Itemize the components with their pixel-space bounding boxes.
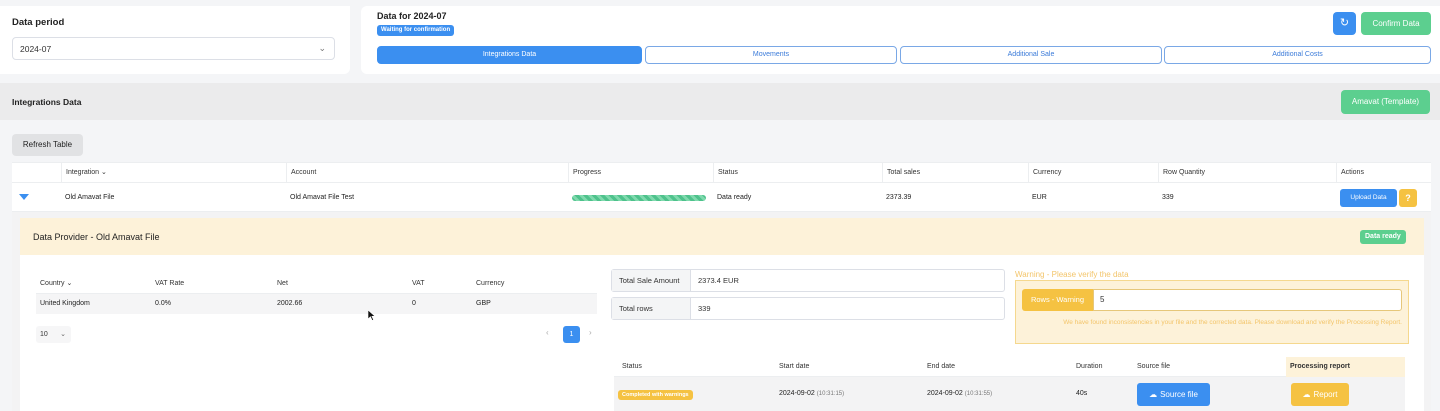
- column-header-row-quantity: Row Quantity: [1158, 163, 1336, 182]
- chevron-down-icon: ⌄: [318, 43, 326, 53]
- provider-title: Data Provider - Old Amavat File: [33, 232, 160, 242]
- column-header-currency: Currency: [1028, 163, 1158, 182]
- column-header-actions: Actions: [1336, 163, 1431, 182]
- column-header-processing-report: Processing report: [1286, 357, 1405, 377]
- total-rows-field: Total rows 339: [611, 297, 1005, 320]
- expand-row-icon[interactable]: [19, 194, 29, 200]
- section-title: Integrations Data: [12, 97, 82, 107]
- help-button[interactable]: ?: [1399, 189, 1417, 207]
- chevron-down-icon: ⌄: [60, 331, 66, 338]
- data-period-select[interactable]: 2024-07 ⌄: [12, 37, 335, 60]
- confirm-data-button[interactable]: Confirm Data: [1361, 12, 1431, 35]
- warning-text: We have found inconsistencies in your fi…: [1063, 319, 1402, 326]
- page-size-select[interactable]: 10 ⌄: [36, 326, 71, 343]
- column-header-vat: VAT: [412, 280, 425, 287]
- total-rows-label: Total rows: [612, 298, 691, 319]
- total-rows-value: 339: [698, 304, 711, 313]
- rows-warning-value: 5: [1093, 289, 1402, 311]
- mouse-cursor-icon: [368, 310, 376, 321]
- total-sale-amount-field: Total Sale Amount 2373.4 EUR: [611, 269, 1005, 292]
- column-header-net: Net: [277, 280, 288, 287]
- completed-status-badge: Completed with warnings: [618, 390, 693, 400]
- data-ready-badge: Data ready: [1360, 230, 1406, 244]
- upload-data-button[interactable]: Upload Data: [1340, 189, 1397, 207]
- chevron-down-icon: ⌄: [66, 280, 73, 287]
- row-account: Old Amavat File Test: [290, 194, 355, 201]
- duration-cell: 40s: [1076, 390, 1088, 397]
- cloud-download-icon: ☁: [1149, 390, 1158, 399]
- page-button[interactable]: 1: [563, 326, 580, 343]
- refresh-button[interactable]: ↻: [1333, 12, 1356, 35]
- section-header: [0, 83, 1440, 120]
- total-sale-amount-value: 2373.4 EUR: [698, 276, 739, 285]
- end-date-cell: 2024-09-02 (10:31:55): [927, 390, 993, 397]
- table-header: Integration ⌄ Account Progress Status To…: [12, 162, 1431, 183]
- cloud-download-icon: ☁: [1302, 390, 1311, 399]
- column-header-integration[interactable]: Integration ⌄: [61, 163, 286, 182]
- vat-cell: 0: [412, 300, 416, 307]
- row-row-quantity: 339: [1162, 194, 1174, 201]
- page-size-value: 10: [40, 331, 48, 338]
- country-table-header: Country ⌄ VAT Rate Net VAT Currency: [36, 273, 597, 294]
- column-header-status: Status: [713, 163, 882, 182]
- expand-column-header: [12, 163, 61, 182]
- provider-header: [20, 218, 1424, 255]
- report-button[interactable]: ☁ Report: [1291, 383, 1349, 406]
- column-header-end-date: End date: [927, 363, 956, 370]
- vat-rate-cell: 0.0%: [155, 300, 171, 307]
- column-header-progress: Progress: [568, 163, 713, 182]
- progress-bar: [572, 195, 706, 201]
- column-header-duration: Duration: [1076, 363, 1103, 370]
- row-currency: EUR: [1032, 194, 1047, 201]
- processing-table-header: Status Start date End date Duration Sour…: [614, 357, 1405, 377]
- refresh-table-button[interactable]: Refresh Table: [12, 134, 83, 156]
- tab-movements[interactable]: Movements: [645, 46, 897, 64]
- total-sale-amount-label: Total Sale Amount: [612, 270, 691, 291]
- chevron-right-icon[interactable]: ›: [589, 328, 592, 337]
- chevron-left-icon[interactable]: ‹: [546, 328, 549, 337]
- table-row: United Kingdom 0.0% 2002.66 0 GBP: [36, 294, 597, 314]
- table-row: 2024-09-02 (10:31:15) 2024-09-02 (10:31:…: [614, 377, 1405, 411]
- template-button[interactable]: Amavat (Template): [1341, 90, 1430, 114]
- country-cell: United Kingdom: [40, 300, 90, 307]
- data-period-title: Data period: [12, 17, 65, 28]
- source-file-button[interactable]: ☁ Source file: [1137, 383, 1210, 406]
- rows-warning-label: Rows - Warning: [1022, 289, 1093, 311]
- warning-title: Warning - Please verify the data: [1015, 270, 1129, 279]
- tab-integrations-data[interactable]: Integrations Data: [377, 46, 642, 64]
- row-total-sales: 2373.39: [886, 194, 912, 201]
- row-integration: Old Amavat File: [65, 194, 115, 201]
- tab-additional-costs[interactable]: Additional Costs: [1164, 46, 1431, 64]
- column-header-account: Account: [286, 163, 568, 182]
- refresh-icon: ↻: [1339, 17, 1350, 29]
- column-header-source-file: Source file: [1137, 363, 1171, 370]
- chevron-down-icon: ⌄: [101, 169, 107, 176]
- currency-cell: GBP: [476, 300, 491, 307]
- column-header-country[interactable]: Country ⌄: [36, 273, 72, 294]
- column-header-total-sales: Total sales: [882, 163, 1028, 182]
- column-header-status: Status: [622, 363, 642, 370]
- tab-additional-sale[interactable]: Additional Sale: [900, 46, 1162, 64]
- net-cell: 2002.66: [277, 300, 303, 307]
- start-date-cell: 2024-09-02 (10:31:15): [779, 390, 845, 397]
- row-status: Data ready: [717, 194, 752, 201]
- table-row: Old Amavat File Old Amavat File Test Dat…: [12, 183, 1431, 212]
- status-badge: Waiting for confirmation: [377, 25, 455, 36]
- column-header-start-date: Start date: [779, 363, 810, 370]
- data-period-value: 2024-07: [20, 44, 52, 54]
- column-header-currency: Currency: [476, 280, 505, 287]
- data-header-title: Data for 2024-07: [377, 11, 447, 21]
- column-header-vat-rate: VAT Rate: [155, 280, 185, 287]
